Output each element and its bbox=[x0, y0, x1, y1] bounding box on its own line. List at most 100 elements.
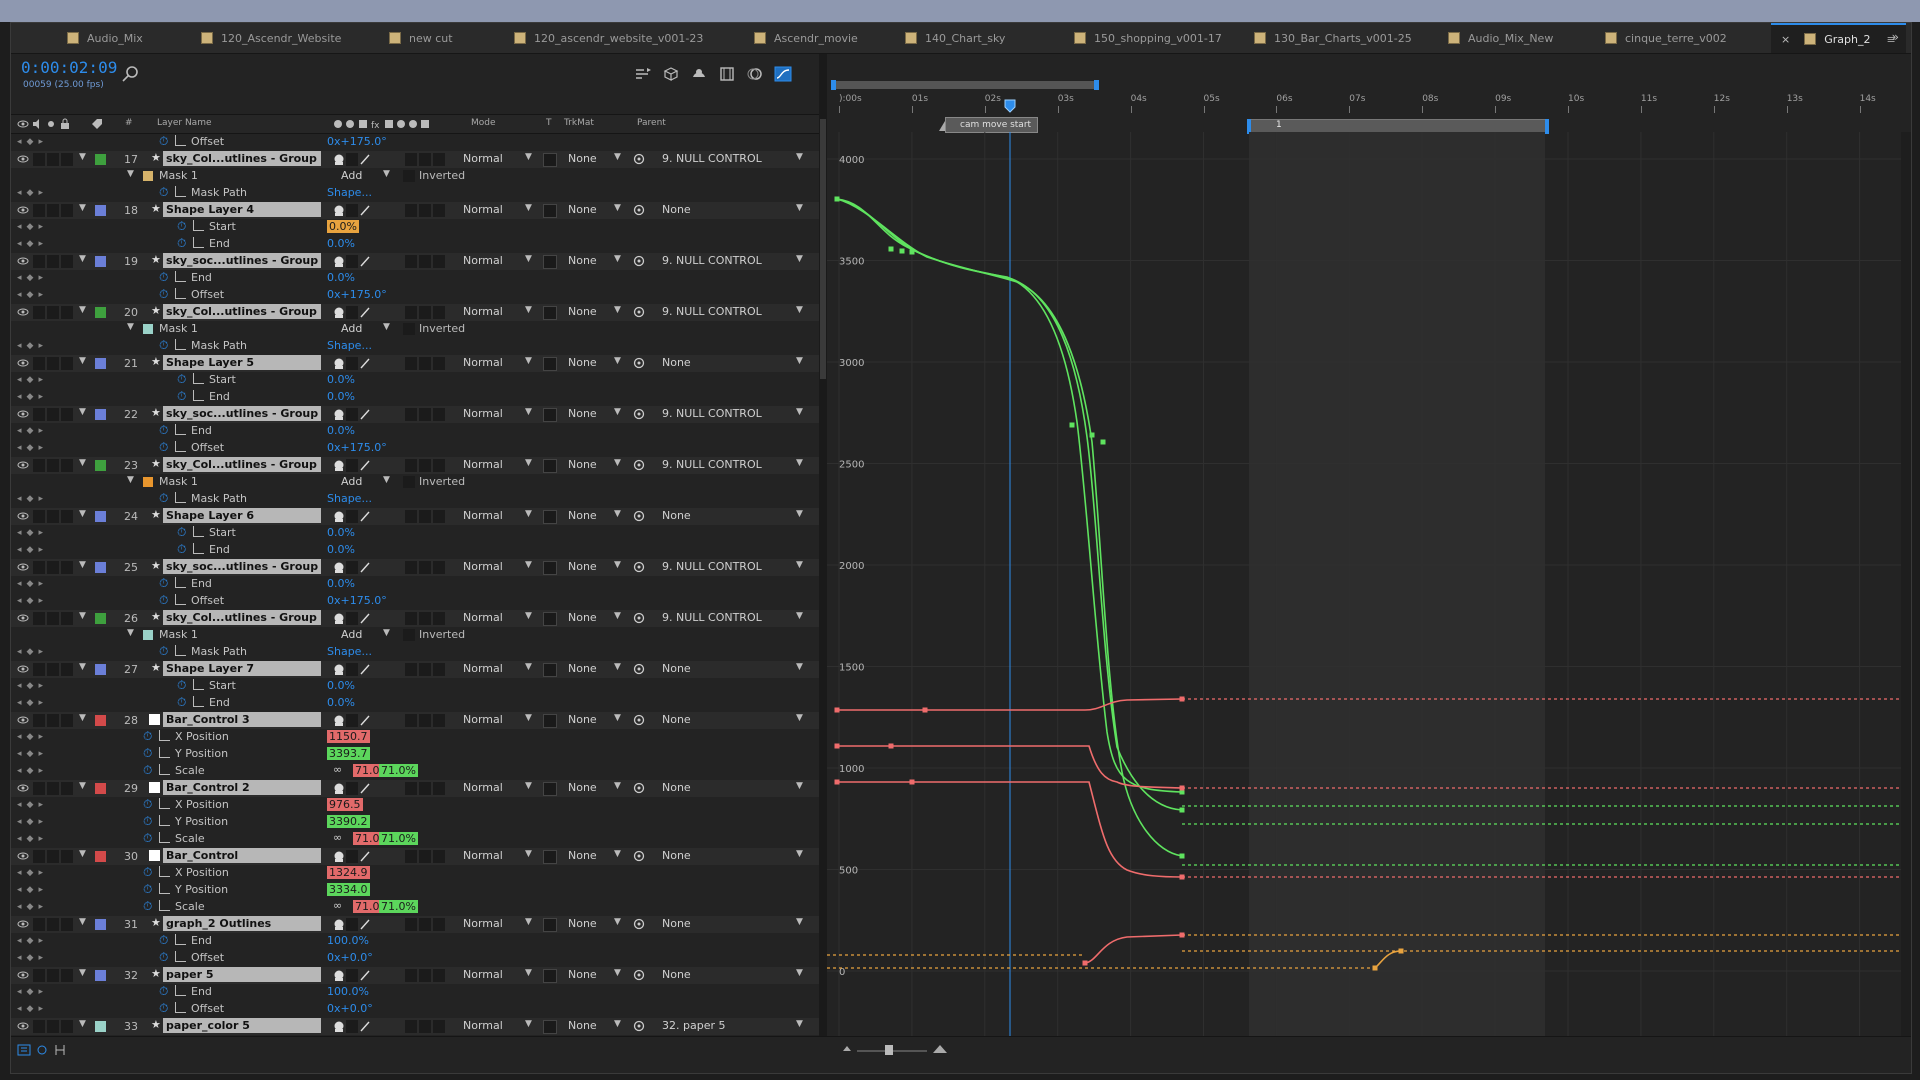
twirl-down-icon[interactable]: ▼ bbox=[79, 458, 86, 468]
label-color-swatch[interactable] bbox=[95, 783, 106, 794]
layer-switches[interactable] bbox=[333, 560, 453, 575]
stopwatch-icon[interactable]: ⏱ bbox=[159, 491, 168, 506]
graph-toggle-icon[interactable] bbox=[175, 339, 186, 350]
motion-blur-icon[interactable] bbox=[745, 64, 765, 84]
parent-select[interactable]: None bbox=[662, 203, 691, 216]
preserve-transparency-checkbox[interactable] bbox=[543, 612, 557, 626]
pick-whip-icon[interactable] bbox=[633, 612, 645, 624]
blend-mode-select[interactable]: Normal bbox=[463, 968, 503, 981]
stopwatch-icon[interactable]: ⏱ bbox=[143, 746, 152, 761]
keyframe-navigator[interactable]: ◂◆▸ bbox=[17, 375, 48, 385]
draft-3d-icon[interactable] bbox=[661, 64, 681, 84]
parent-select[interactable]: None bbox=[662, 968, 691, 981]
property-row[interactable]: ◂◆▸ ⏱ End 100.0% bbox=[11, 933, 819, 950]
layer-switches[interactable] bbox=[333, 356, 453, 371]
dropdown-arrow-icon[interactable]: ▼ bbox=[796, 560, 803, 570]
property-value[interactable]: Shape... bbox=[327, 645, 372, 658]
stopwatch-icon[interactable]: ⏱ bbox=[159, 287, 168, 302]
preserve-transparency-checkbox[interactable] bbox=[543, 782, 557, 796]
stopwatch-icon[interactable]: ⏱ bbox=[143, 797, 152, 812]
layer-row[interactable]: ▼ 26 ★ sky_Col...utlines - Group 6 Normal ▼ No… bbox=[11, 610, 819, 627]
preserve-transparency-checkbox[interactable] bbox=[543, 918, 557, 932]
stopwatch-icon[interactable]: ⏱ bbox=[177, 389, 186, 404]
keyframe-navigator[interactable]: ◂◆▸ bbox=[17, 528, 48, 538]
graph-toggle-icon[interactable] bbox=[159, 900, 170, 911]
dropdown-arrow-icon[interactable]: ▼ bbox=[796, 611, 803, 621]
dropdown-arrow-icon[interactable]: ▼ bbox=[383, 322, 390, 332]
track-matte-select[interactable]: None bbox=[568, 356, 597, 369]
in-out-toggle-icon[interactable] bbox=[53, 1043, 67, 1057]
preserve-transparency-checkbox[interactable] bbox=[543, 850, 557, 864]
property-row[interactable]: ◂◆▸ ⏱ X Position 1324.9 bbox=[11, 865, 819, 882]
layer-switches[interactable] bbox=[333, 152, 453, 167]
parent-select[interactable]: None bbox=[662, 849, 691, 862]
stopwatch-icon[interactable]: ⏱ bbox=[143, 814, 152, 829]
dropdown-arrow-icon[interactable]: ▼ bbox=[614, 356, 621, 366]
stopwatch-icon[interactable]: ⏱ bbox=[177, 372, 186, 387]
dropdown-arrow-icon[interactable]: ▼ bbox=[614, 305, 621, 315]
blend-mode-select[interactable]: Normal bbox=[463, 1019, 503, 1032]
stopwatch-icon[interactable]: ⏱ bbox=[177, 542, 186, 557]
keyframe-navigator[interactable]: ◂◆▸ bbox=[17, 885, 48, 895]
pick-whip-icon[interactable] bbox=[633, 408, 645, 420]
stopwatch-icon[interactable]: ⏱ bbox=[177, 236, 186, 251]
property-value[interactable]: 0x+175.0° bbox=[327, 288, 387, 301]
stopwatch-icon[interactable]: ⏱ bbox=[143, 831, 152, 846]
layer-name[interactable]: Bar_Control 3 bbox=[163, 712, 321, 727]
av-switch-boxes[interactable] bbox=[33, 561, 81, 574]
shy-layers-icon[interactable] bbox=[689, 64, 709, 84]
property-row[interactable]: ◂◆▸ ⏱ Y Position 3334.0 bbox=[11, 882, 819, 899]
frame-blending-icon[interactable] bbox=[717, 64, 737, 84]
twirl-down-icon[interactable]: ▼ bbox=[127, 169, 134, 179]
dropdown-arrow-icon[interactable]: ▼ bbox=[614, 968, 621, 978]
parent-select[interactable]: 9. NULL CONTROL bbox=[662, 152, 762, 165]
visibility-eye-icon[interactable] bbox=[17, 408, 29, 420]
mask-color-swatch[interactable] bbox=[143, 171, 153, 181]
property-row[interactable]: ◂◆▸ ⏱ End 0.0% bbox=[11, 576, 819, 593]
graph-toggle-icon[interactable] bbox=[159, 764, 170, 775]
blend-mode-select[interactable]: Normal bbox=[463, 458, 503, 471]
dropdown-arrow-icon[interactable]: ▼ bbox=[525, 356, 532, 366]
constrain-proportions-icon[interactable]: ∞ bbox=[333, 763, 342, 776]
graph-toggle-icon[interactable] bbox=[193, 220, 204, 231]
stopwatch-icon[interactable]: ⏱ bbox=[177, 678, 186, 693]
layer-row[interactable]: ▼ 30 Bar_Control Normal ▼ None ▼ None ▼ bbox=[11, 848, 819, 865]
twirl-down-icon[interactable]: ▼ bbox=[79, 1019, 86, 1029]
visibility-eye-icon[interactable] bbox=[17, 357, 29, 369]
label-color-swatch[interactable] bbox=[95, 205, 106, 216]
label-color-swatch[interactable] bbox=[95, 409, 106, 420]
parent-select[interactable]: 9. NULL CONTROL bbox=[662, 407, 762, 420]
visibility-eye-icon[interactable] bbox=[17, 969, 29, 981]
layer-name[interactable]: sky_Col...utlines - Group 3 bbox=[163, 304, 321, 319]
property-value[interactable]: 0.0% bbox=[327, 526, 355, 539]
property-row[interactable]: ◂◆▸ ⏱ Y Position 3390.2 bbox=[11, 814, 819, 831]
stopwatch-icon[interactable]: ⏱ bbox=[159, 185, 168, 200]
layer-row[interactable]: ▼ 20 ★ sky_Col...utlines - Group 3 Normal ▼ No… bbox=[11, 304, 819, 321]
track-matte-select[interactable]: None bbox=[568, 407, 597, 420]
layer-name[interactable]: sky_Col...utlines - Group 6 bbox=[163, 610, 321, 625]
graph-toggle-icon[interactable] bbox=[175, 492, 186, 503]
stopwatch-icon[interactable]: ⏱ bbox=[159, 440, 168, 455]
property-row[interactable]: ◂◆▸ ⏱ Start 0.0% bbox=[11, 525, 819, 542]
current-timecode[interactable]: 0:00:02:09 bbox=[21, 58, 117, 77]
layer-switches[interactable] bbox=[333, 1019, 453, 1034]
property-value[interactable]: 0.0% bbox=[327, 271, 355, 284]
property-row[interactable]: ◂◆▸ ⏱ End 0.0% bbox=[11, 389, 819, 406]
keyframe-navigator[interactable]: ◂◆▸ bbox=[17, 698, 48, 708]
layer-switches-toggle-icon[interactable] bbox=[17, 1043, 31, 1057]
visibility-eye-icon[interactable] bbox=[17, 306, 29, 318]
layer-row[interactable]: ▼ 31 ★ graph_2 Outlines Normal ▼ None ▼ None ▼ bbox=[11, 916, 819, 933]
layer-name[interactable]: paper_color 5 bbox=[163, 1018, 321, 1033]
parent-select[interactable]: 9. NULL CONTROL bbox=[662, 254, 762, 267]
preserve-transparency-checkbox[interactable] bbox=[543, 204, 557, 218]
label-color-swatch[interactable] bbox=[95, 1021, 106, 1032]
layer-switches[interactable] bbox=[333, 968, 453, 983]
blend-mode-select[interactable]: Normal bbox=[463, 203, 503, 216]
pick-whip-icon[interactable] bbox=[633, 663, 645, 675]
layer-name[interactable]: Bar_Control 2 bbox=[163, 780, 321, 795]
tab-ascendr-movie[interactable]: Ascendr_movie bbox=[754, 23, 858, 53]
label-color-swatch[interactable] bbox=[95, 664, 106, 675]
dropdown-arrow-icon[interactable]: ▼ bbox=[525, 849, 532, 859]
pick-whip-icon[interactable] bbox=[633, 459, 645, 471]
pick-whip-icon[interactable] bbox=[633, 714, 645, 726]
